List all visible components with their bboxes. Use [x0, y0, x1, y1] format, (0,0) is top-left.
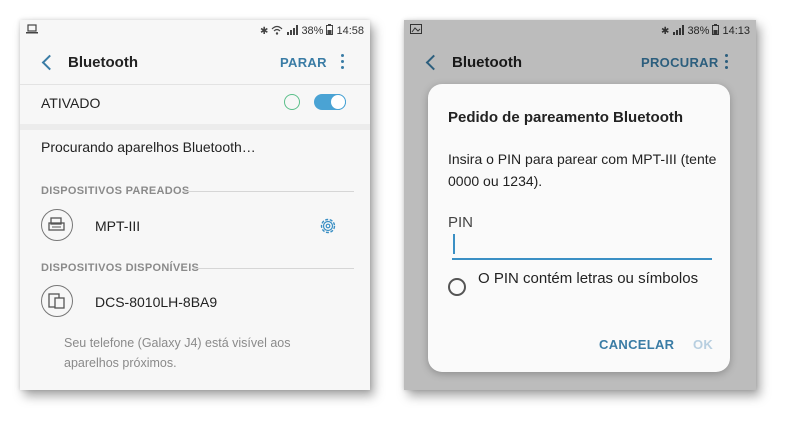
multi-device-icon: [41, 285, 73, 317]
bluetooth-icon: ✱: [260, 25, 269, 37]
status-ring-icon: [284, 94, 300, 110]
app-bar: Bluetooth PARAR: [20, 46, 370, 82]
laptop-icon: [26, 24, 38, 37]
paired-section-header: DISPOSITIVOS PAREADOS: [41, 185, 190, 197]
settings-gear-icon[interactable]: [318, 216, 338, 236]
dialog-title: Pedido de pareamento Bluetooth: [448, 109, 684, 126]
divider: [20, 124, 370, 130]
available-section-header: DISPOSITIVOS DISPONÍVEIS: [41, 262, 200, 274]
section-divider: [192, 268, 354, 269]
battery-icon: [326, 24, 334, 38]
toggle-thumb: [330, 94, 346, 110]
battery-percent: 38%: [301, 25, 324, 37]
clock: 14:58: [336, 25, 364, 37]
section-divider: [182, 191, 354, 192]
paired-device-name: MPT-III: [95, 218, 141, 234]
pin-label: PIN: [448, 214, 474, 231]
right-screen: ✱ 38% 14:13 Bluetooth PROCURAR Pedido de…: [404, 20, 756, 390]
page-title: Bluetooth: [68, 54, 138, 71]
status-bar: ✱ 38% 14:58: [20, 20, 370, 42]
printer-icon: [41, 209, 73, 241]
toggle-label: ATIVADO: [41, 95, 101, 111]
bluetooth-toggle[interactable]: [314, 94, 346, 110]
available-device-name: DCS-8010LH-8BA9: [95, 294, 218, 310]
signal-icon: [286, 24, 299, 38]
pin-input[interactable]: [452, 234, 712, 260]
wifi-icon: [271, 25, 283, 38]
more-options-icon[interactable]: [338, 54, 346, 72]
divider: [20, 84, 370, 85]
back-icon[interactable]: [38, 53, 58, 73]
cancel-button[interactable]: CANCELAR: [599, 337, 674, 352]
dialog-message: Insira o PIN para parear com MPT-III (te…: [448, 151, 717, 189]
ok-button[interactable]: OK: [693, 337, 713, 352]
pin-has-letters-label: O PIN contém letras ou símbolos: [478, 270, 699, 287]
pin-has-letters-checkbox[interactable]: [448, 278, 466, 296]
visibility-note: Seu telefone (Galaxy J4) está visível ao…: [64, 336, 291, 370]
left-screen: ✱ 38% 14:58 Bluetooth PARAR ATIVADO Proc…: [20, 20, 370, 390]
pairing-dialog: Pedido de pareamento Bluetooth Insira o …: [428, 84, 730, 372]
searching-text: Procurando aparelhos Bluetooth…: [41, 139, 256, 155]
stop-button[interactable]: PARAR: [280, 55, 327, 70]
text-cursor: [453, 234, 455, 254]
